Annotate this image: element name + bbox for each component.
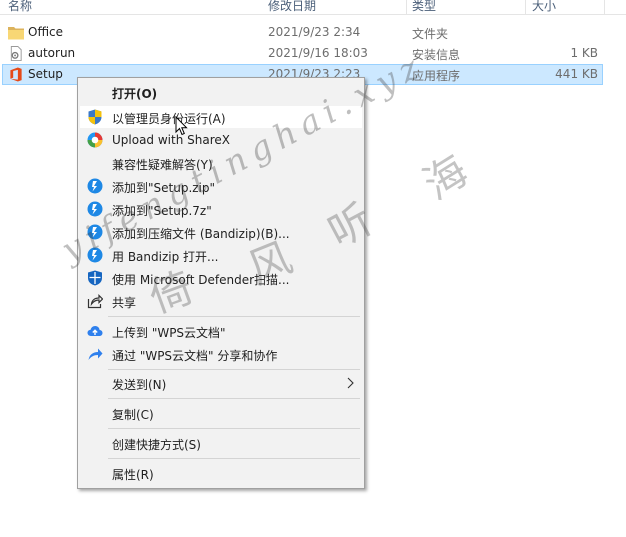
wps-cloud-upload-icon bbox=[87, 326, 103, 336]
menu-item-label: 以管理员身份运行(A) bbox=[112, 112, 226, 126]
mouse-cursor-icon bbox=[175, 116, 188, 136]
menu-separator bbox=[108, 316, 360, 317]
menu-item-label: 通过 "WPS云文档" 分享和协作 bbox=[112, 349, 278, 363]
column-modified-header[interactable]: 修改日期 bbox=[268, 0, 316, 14]
menu-separator bbox=[108, 398, 360, 399]
menu-separator bbox=[108, 428, 360, 429]
file-type: 文件夹 bbox=[412, 27, 449, 41]
column-type-header[interactable]: 类型 bbox=[412, 0, 436, 14]
share-icon bbox=[87, 294, 103, 309]
settings-file-icon bbox=[10, 46, 22, 61]
file-name: Setup bbox=[28, 67, 63, 81]
menu-item-upload-wps[interactable]: 上传到 "WPS云文档" bbox=[80, 320, 362, 342]
column-divider[interactable] bbox=[525, 0, 526, 14]
menu-item-send-to[interactable]: 发送到(N) bbox=[80, 372, 362, 394]
file-size: 441 KB bbox=[555, 67, 598, 81]
column-name-header[interactable]: 名称 bbox=[8, 0, 32, 14]
menu-item-defender-scan[interactable]: 使用 Microsoft Defender扫描... bbox=[80, 267, 362, 289]
wps-share-icon bbox=[88, 348, 103, 360]
file-size: 1 KB bbox=[570, 46, 598, 60]
menu-item-open-with-bandizip[interactable]: 用 Bandizip 打开... bbox=[80, 244, 362, 266]
menu-item-share[interactable]: 共享 bbox=[80, 290, 362, 312]
file-modified: 2021/9/23 2:34 bbox=[268, 25, 361, 39]
file-modified: 2021/9/16 18:03 bbox=[268, 46, 368, 60]
uac-shield-icon bbox=[88, 109, 102, 125]
column-header: 名称 修改日期 类型 大小 bbox=[0, 0, 626, 15]
defender-icon bbox=[88, 270, 102, 286]
file-row-office[interactable]: Office 2021/9/23 2:34 文件夹 bbox=[2, 22, 603, 43]
column-divider[interactable] bbox=[604, 0, 605, 14]
column-size-header[interactable]: 大小 bbox=[532, 0, 556, 14]
context-menu: 打开(O) 以管理员身份运行(A) Upload with ShareX 兼容性… bbox=[77, 77, 365, 489]
sharex-icon bbox=[87, 132, 103, 148]
watermark-glyph: 海 bbox=[414, 145, 477, 210]
menu-item-properties[interactable]: 属性(R) bbox=[80, 462, 362, 484]
menu-item-label: 发送到(N) bbox=[112, 378, 167, 392]
office-app-icon bbox=[10, 67, 22, 82]
chevron-right-icon bbox=[347, 377, 354, 389]
menu-item-label: 打开(O) bbox=[112, 87, 158, 101]
menu-item-label: 复制(C) bbox=[112, 408, 154, 422]
file-row-autorun[interactable]: autorun 2021/9/16 18:03 安装信息 1 KB bbox=[2, 43, 603, 64]
menu-item-label: 创建快捷方式(S) bbox=[112, 438, 201, 452]
menu-item-label: 属性(R) bbox=[112, 468, 154, 482]
file-name: autorun bbox=[28, 46, 76, 60]
file-name: Office bbox=[28, 25, 64, 39]
menu-separator bbox=[108, 369, 360, 370]
menu-item-wps-share[interactable]: 通过 "WPS云文档" 分享和协作 bbox=[80, 343, 362, 365]
folder-icon bbox=[8, 27, 24, 40]
menu-item-label: Upload with ShareX bbox=[112, 133, 230, 147]
menu-item-copy[interactable]: 复制(C) bbox=[80, 402, 362, 424]
menu-separator bbox=[108, 458, 360, 459]
column-divider[interactable] bbox=[406, 0, 407, 14]
menu-item-create-shortcut[interactable]: 创建快捷方式(S) bbox=[80, 432, 362, 454]
menu-item-label: 上传到 "WPS云文档" bbox=[112, 326, 226, 340]
bandizip-icon bbox=[87, 178, 103, 194]
menu-item-label: 共享 bbox=[112, 296, 137, 310]
